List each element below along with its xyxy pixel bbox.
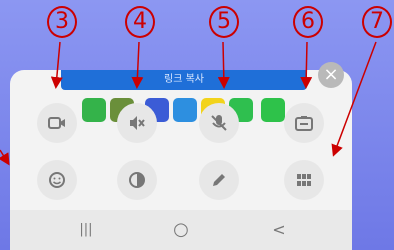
annotation-7: 7 [362, 6, 392, 38]
annotation-3: 3 [47, 6, 77, 38]
annotation-6: 6 [293, 6, 323, 38]
annotation-4: 4 [125, 6, 155, 38]
annotation-5: 5 [209, 6, 239, 38]
